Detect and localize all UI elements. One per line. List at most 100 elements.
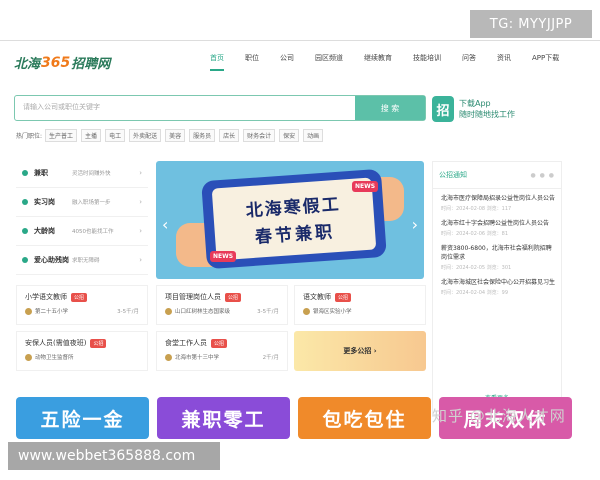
search-button[interactable]: 搜 索 (355, 96, 425, 120)
nav-education[interactable]: 继续教育 (364, 53, 392, 71)
announcement-item[interactable]: 北海市海城区社会保险中心公开招募见习生 时间：2024-02-04 浏览：99 (433, 273, 561, 298)
company-logo (303, 307, 310, 315)
job-badge: 公招 (225, 292, 242, 302)
job-title: 小学语文教师 (25, 293, 67, 301)
company-logo (25, 307, 32, 315)
job-salary: 3-5千/月 (117, 309, 139, 315)
heart-icon (22, 257, 28, 263)
nav-news[interactable]: 资讯 (497, 53, 511, 71)
benefit-card[interactable]: 兼职零工 (157, 397, 290, 439)
category-desc: 融入职场第一步 (72, 200, 111, 206)
hot-jobs: 热门职位: 生产普工 主播 电工 外卖配送 美容 服务员 店长 财务会计 保安 … (16, 129, 327, 142)
nav-park[interactable]: 园区频道 (315, 53, 343, 71)
job-salary: 2千/月 (262, 355, 279, 361)
company-logo (165, 307, 172, 315)
job-title: 项目管理岗位人员 (165, 293, 221, 301)
announcement-item-title: 薪资3800-6800，北海市社会福利院招聘岗位需求 (441, 245, 552, 261)
announcement-item-meta: 时间：2024-02-08 浏览：117 (441, 206, 512, 212)
search-bar: 请输入公司或职位关键字 搜 索 (14, 95, 426, 121)
announcement-item-meta: 时间：2024-02-05 浏览：301 (441, 265, 512, 271)
announcement-item-title: 北海市红十字会招聘公益性岗位人员公告 (441, 220, 550, 227)
announcement-item-meta: 时间：2024-02-04 浏览：99 (441, 290, 509, 296)
logo-number: 365 (41, 54, 71, 71)
nav-app[interactable]: APP下载 (532, 53, 559, 71)
announcement-item-title: 北海市医疗保障局招录公益性岗位人员公告 (441, 195, 556, 202)
hot-tag[interactable]: 电工 (105, 129, 126, 142)
category-name: 兼职 (34, 169, 48, 177)
hot-tag[interactable]: 保安 (279, 129, 300, 142)
webpage-screenshot: 北海 365 招聘网 首页 职位 公司 园区频道 继续教育 技能培训 问答 资讯… (0, 40, 600, 440)
announcement-item[interactable]: 北海市红十字会招聘公益性岗位人员公告 时间：2024-02-06 浏览：81 (433, 214, 561, 239)
job-card[interactable]: 小学语文教师 公招 第二十五小学 3-5千/月 (16, 285, 148, 325)
hot-tag[interactable]: 服务员 (189, 129, 216, 142)
company-name: 第二十五小学 (35, 309, 69, 315)
benefit-card[interactable]: 五险一金 (16, 397, 149, 439)
hot-tag[interactable]: 外卖配送 (129, 129, 162, 142)
nav-home[interactable]: 首页 (210, 53, 224, 71)
category-intern[interactable]: 实习岗 融入职场第一步 › (16, 188, 148, 217)
category-name: 大龄岗 (34, 227, 55, 235)
announcement-item-meta: 时间：2024-02-06 浏览：81 (441, 231, 509, 237)
company-name: 银海区实验小学 (313, 309, 352, 315)
arrow-right-icon[interactable]: › (412, 215, 418, 234)
job-card[interactable]: 安保人员(需值夜班) 公招 动物卫生监督所 (16, 331, 148, 371)
category-panel: 兼职 灵活时间赚外快 › 实习岗 融入职场第一步 › 大龄岗 4050也能找工作… (16, 159, 148, 277)
hot-tag[interactable]: 财务会计 (243, 129, 276, 142)
announcement-item[interactable]: 薪资3800-6800，北海市社会福利院招聘岗位需求 时间：2024-02-05… (433, 239, 561, 273)
job-badge: 公招 (90, 338, 107, 348)
nav-companies[interactable]: 公司 (280, 53, 294, 71)
announcement-panel: 公招通知 ● ● ● 北海市医疗保障局招录公益性岗位人员公告 时间：2024-0… (432, 161, 562, 417)
job-salary: 3-5千/月 (257, 309, 279, 315)
job-title: 语文教师 (303, 293, 331, 301)
category-disability[interactable]: 爱心助残岗 求职无障碍 › (16, 246, 148, 275)
hot-tag[interactable]: 动画 (303, 129, 324, 142)
announcement-item[interactable]: 北海市医疗保障局招录公益性岗位人员公告 时间：2024-02-08 浏览：117 (433, 189, 561, 214)
zhihu-watermark: 知乎 @北海人才网 (432, 407, 566, 425)
promo-banner[interactable]: 北海寒假工 春节兼职 NEWS NEWS ‹ › (156, 161, 424, 279)
category-older[interactable]: 大龄岗 4050也能找工作 › (16, 217, 148, 246)
nav-jobs[interactable]: 职位 (245, 53, 259, 71)
banner-line-1: 北海寒假工 (245, 194, 342, 222)
hot-tag[interactable]: 美容 (165, 129, 186, 142)
job-badge: 公招 (71, 292, 88, 302)
job-title: 食堂工作人员 (165, 339, 207, 347)
website-watermark: www.webbet365888.com (8, 442, 220, 470)
category-desc: 4050也能找工作 (72, 229, 114, 235)
job-card[interactable]: 食堂工作人员 公招 北海市第十三中学 2千/月 (156, 331, 288, 371)
app-download-subtitle: 随时随地找工作 (459, 110, 515, 119)
chevron-right-icon: › (139, 256, 142, 264)
search-input[interactable]: 请输入公司或职位关键字 (23, 102, 100, 112)
carousel-dots[interactable]: ● ● ● (530, 172, 555, 179)
more-jobs-button[interactable]: 更多公招 › (294, 331, 426, 371)
company-name: 北海市第十三中学 (175, 355, 220, 361)
people-icon (22, 228, 28, 234)
hot-jobs-label: 热门职位: (16, 133, 43, 140)
tg-watermark: TG: MYYJJPP (470, 10, 592, 38)
hot-tag[interactable]: 主播 (81, 129, 102, 142)
nav-training[interactable]: 技能培训 (413, 53, 441, 71)
main-nav: 首页 职位 公司 园区频道 继续教育 技能培训 问答 资讯 APP下载 (210, 53, 580, 71)
announcement-title: 公招通知 (439, 171, 467, 179)
site-logo[interactable]: 北海 365 招聘网 (14, 53, 111, 73)
job-card[interactable]: 项目管理岗位人员 公招 山口红树林生态国家级 3-5千/月 (156, 285, 288, 325)
arrow-left-icon[interactable]: ‹ (162, 215, 168, 234)
logo-post: 招聘网 (71, 57, 111, 72)
hot-tag[interactable]: 店长 (219, 129, 240, 142)
company-name: 山口红树林生态国家级 (175, 309, 231, 315)
nav-qa[interactable]: 问答 (462, 53, 476, 71)
category-desc: 灵活时间赚外快 (72, 171, 111, 177)
category-name: 实习岗 (34, 198, 55, 206)
job-badge: 公招 (211, 338, 228, 348)
job-title: 安保人员(需值夜班) (25, 339, 87, 347)
category-parttime[interactable]: 兼职 灵活时间赚外快 › (16, 159, 148, 188)
company-name: 动物卫生监督所 (35, 355, 74, 361)
benefit-card[interactable]: 包吃包住 (298, 397, 431, 439)
hot-tag[interactable]: 生产普工 (45, 129, 78, 142)
chevron-right-icon: › (139, 169, 142, 177)
job-card[interactable]: 语文教师 公招 银海区实验小学 (294, 285, 426, 325)
app-download[interactable]: 招 下载App 随时随地找工作 (432, 93, 562, 125)
news-badge: NEWS (352, 181, 379, 192)
company-logo (25, 353, 32, 361)
chevron-right-icon: › (139, 198, 142, 206)
banner-line-2: 春节兼职 (254, 222, 336, 248)
